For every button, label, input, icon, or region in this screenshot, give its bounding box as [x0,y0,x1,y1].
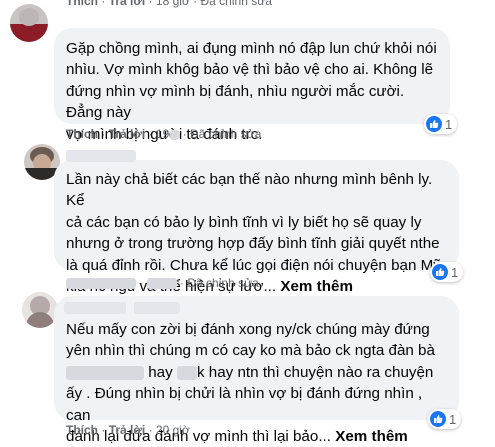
edited-label: Đã chỉnh sửa [187,276,259,290]
commenter-avatar[interactable] [10,4,48,42]
comment-time[interactable]: 18 giờ [156,0,190,8]
comment-time[interactable]: 19 [156,127,169,141]
see-more-link[interactable]: Xem thêm [335,428,408,445]
edited-label: Đã chỉnh sửa [189,127,262,141]
reaction-count[interactable]: 1 [424,114,458,134]
reaction-count[interactable]: 1 [428,409,462,429]
reaction-count[interactable]: 1 [430,262,464,282]
edited-label: Đã chỉnh sửa [200,0,272,8]
comment-actions: Thích · Trả lời · 18 giờ · Đã chỉnh sửa [66,0,272,8]
comment-bubble: Nếu mấy con zời bị đánh xong ny/ck chúng… [54,296,459,445]
comment-bubble: Lần này chả biết các bạn thế nào nhưng m… [54,150,459,295]
reply-link[interactable]: Trả lời [109,0,146,8]
comment-bubble: Gặp chồng mình, ai đụng mình nó đập lun … [54,28,450,143]
see-more-link[interactable]: Xem thêm [280,278,353,295]
like-reaction-icon [430,411,446,427]
like-link[interactable]: Thích [66,127,98,141]
commenter-avatar[interactable] [22,292,58,328]
comment-actions: Thích · Trả lời · 19 · Đã chỉnh sửa [66,127,262,141]
like-link[interactable]: Thích [66,0,98,8]
like-reaction-icon [432,264,448,280]
comment-actions: · · Đã chỉnh sửa [66,276,259,290]
reply-link[interactable]: Trả lời [109,127,146,141]
like-reaction-icon [426,116,442,132]
